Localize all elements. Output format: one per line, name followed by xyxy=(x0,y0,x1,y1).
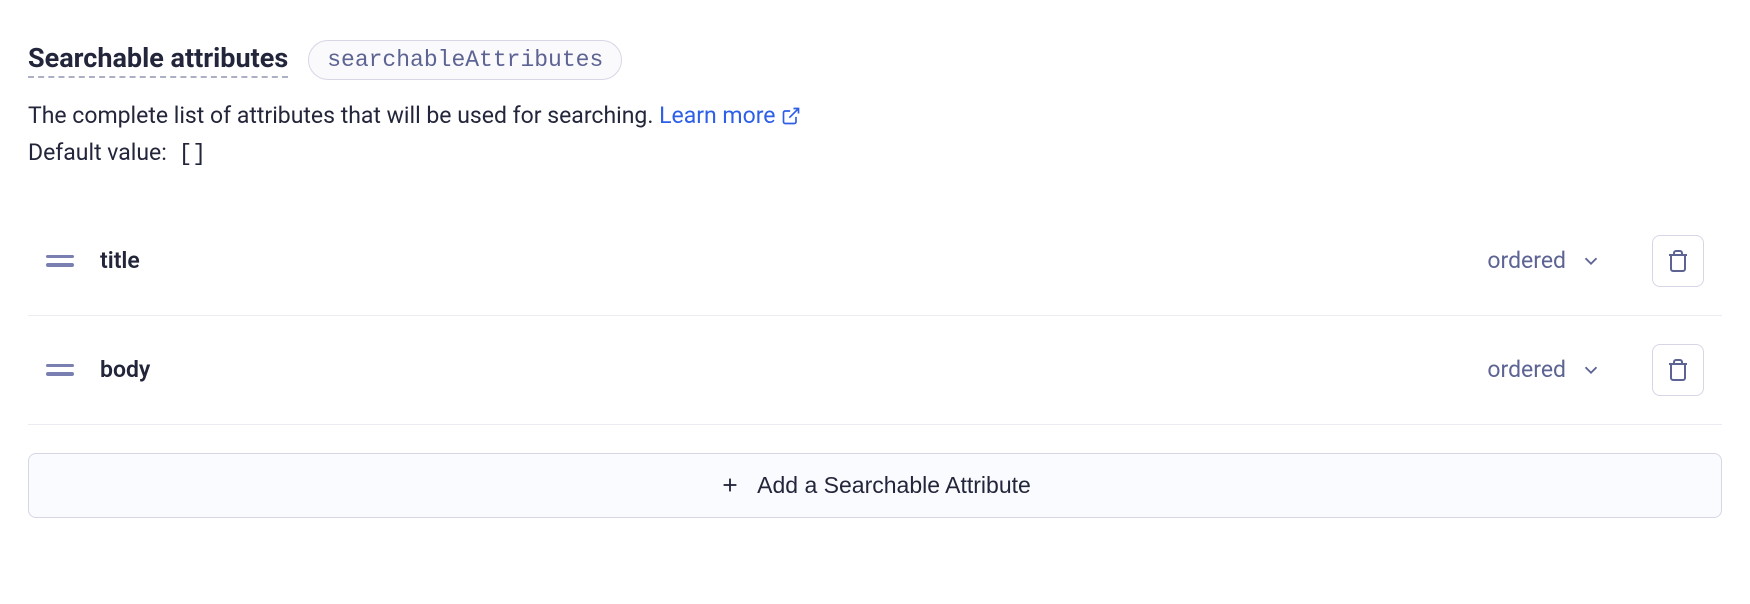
delete-button[interactable] xyxy=(1652,235,1704,287)
attribute-name: body xyxy=(100,356,1487,383)
drag-handle-icon[interactable] xyxy=(46,364,74,376)
chevron-down-icon xyxy=(1580,359,1602,381)
delete-button[interactable] xyxy=(1652,344,1704,396)
default-value-row: Default value: [] xyxy=(28,139,1722,167)
drag-handle-icon[interactable] xyxy=(46,255,74,267)
plus-icon xyxy=(719,474,741,496)
attribute-name: title xyxy=(100,247,1487,274)
default-value-label: Default value: xyxy=(28,139,167,166)
ordering-label: ordered xyxy=(1487,247,1566,274)
api-param-badge: searchableAttributes xyxy=(308,40,622,80)
section-description: The complete list of attributes that wil… xyxy=(28,98,1722,135)
trash-icon xyxy=(1666,358,1690,382)
add-button-label: Add a Searchable Attribute xyxy=(757,472,1031,499)
section-title: Searchable attributes xyxy=(28,42,288,78)
default-value: [] xyxy=(179,141,207,167)
trash-icon xyxy=(1666,249,1690,273)
ordering-label: ordered xyxy=(1487,356,1566,383)
attribute-list: title ordered body ordered xyxy=(28,207,1722,425)
section-header: Searchable attributes searchableAttribut… xyxy=(28,40,1722,80)
attribute-row: title ordered xyxy=(28,207,1722,316)
description-text: The complete list of attributes that wil… xyxy=(28,102,653,129)
ordering-select[interactable]: ordered xyxy=(1487,247,1602,274)
external-link-icon xyxy=(781,106,801,126)
chevron-down-icon xyxy=(1580,250,1602,272)
learn-more-link[interactable]: Learn more xyxy=(659,98,801,135)
add-attribute-button[interactable]: Add a Searchable Attribute xyxy=(28,453,1722,518)
attribute-row: body ordered xyxy=(28,316,1722,425)
learn-more-label: Learn more xyxy=(659,98,775,135)
ordering-select[interactable]: ordered xyxy=(1487,356,1602,383)
